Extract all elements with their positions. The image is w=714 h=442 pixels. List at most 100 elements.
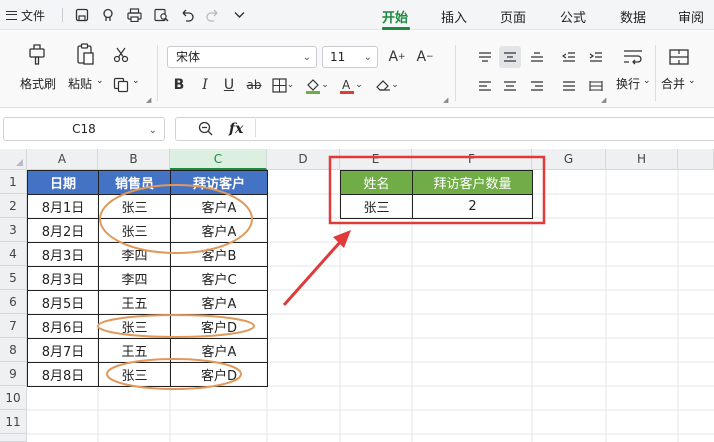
tab-insert[interactable]: 插入 — [441, 7, 467, 26]
cell[interactable]: 8月8日 — [27, 362, 99, 387]
cell[interactable]: 张三 — [98, 218, 171, 243]
row-header[interactable]: 7 — [0, 314, 27, 338]
header-visited-client[interactable]: 拜访客户 — [170, 170, 268, 195]
column-header-g[interactable]: G — [532, 149, 606, 170]
cell[interactable]: 2 — [412, 194, 533, 219]
cell[interactable]: 8月6日 — [27, 314, 99, 339]
print-icon[interactable] — [124, 5, 144, 25]
font-color-icon[interactable]: A ⌄ — [337, 75, 365, 95]
increase-font-size-icon[interactable]: A + — [386, 46, 408, 68]
column-header-blank[interactable] — [678, 149, 714, 170]
cell[interactable]: 王五 — [98, 290, 171, 315]
cell[interactable]: 客户D — [170, 314, 268, 339]
cloud-sync-icon[interactable] — [98, 5, 118, 25]
tab-formula[interactable]: 公式 — [560, 7, 586, 26]
font-name-select[interactable]: 宋体 ⌄ — [167, 46, 317, 68]
cell[interactable]: 客户A — [170, 194, 268, 219]
header-name[interactable]: 姓名 — [340, 170, 413, 195]
tab-data[interactable]: 数据 — [620, 7, 646, 26]
paste-label[interactable]: 粘贴 — [68, 75, 92, 92]
align-bottom-icon[interactable] — [526, 46, 548, 68]
row-header[interactable]: 2 — [0, 194, 27, 218]
cell[interactable]: 8月7日 — [27, 338, 99, 363]
header-date[interactable]: 日期 — [27, 170, 99, 195]
print-preview-icon[interactable] — [151, 5, 171, 25]
tab-page[interactable]: 页面 — [500, 7, 526, 26]
align-middle-icon[interactable] — [499, 46, 521, 68]
cell[interactable]: 李四 — [98, 242, 171, 267]
copy-icon[interactable] — [111, 75, 131, 95]
column-header-f[interactable]: F — [412, 149, 532, 170]
file-menu[interactable]: 文件 — [6, 6, 45, 24]
column-header-h[interactable]: H — [606, 149, 678, 170]
align-left-icon[interactable] — [474, 75, 496, 97]
format-painter-label[interactable]: 格式刷 — [20, 75, 56, 92]
decrease-font-size-icon[interactable]: A − — [414, 46, 436, 68]
row-header[interactable]: 1 — [0, 170, 27, 194]
clipboard-expand-icon[interactable]: ◢ — [146, 96, 151, 104]
underline-icon[interactable]: U — [220, 75, 238, 95]
header-salesperson[interactable]: 销售员 — [98, 170, 171, 195]
cell[interactable]: 8月1日 — [27, 194, 99, 219]
paste-chevron-icon[interactable]: ⌄ — [96, 76, 104, 86]
cell[interactable]: 张三 — [340, 194, 413, 219]
cell[interactable]: 张三 — [98, 362, 171, 387]
copy-chevron-icon[interactable]: ⌄ — [132, 76, 140, 86]
fill-color-icon[interactable]: ⌄ — [303, 75, 331, 95]
tab-review[interactable]: 审阅 — [678, 7, 704, 26]
distributed-align-icon[interactable] — [585, 75, 607, 97]
select-all-button[interactable] — [0, 149, 27, 170]
wrap-text-label[interactable]: 换行 — [616, 75, 640, 92]
cell[interactable]: 8月2日 — [27, 218, 99, 243]
font-expand-icon[interactable]: ◢ — [443, 96, 448, 104]
spreadsheet-grid[interactable]: A B C D E F G H 1 2 3 4 5 6 7 8 9 10 11 … — [0, 149, 714, 442]
column-header-b[interactable]: B — [98, 149, 170, 170]
column-header-c[interactable]: C — [170, 149, 267, 170]
fx-icon[interactable]: fx — [229, 121, 243, 137]
row-header[interactable]: 9 — [0, 362, 27, 386]
cell[interactable]: 王五 — [98, 338, 171, 363]
clear-format-icon[interactable]: ⌄ — [373, 75, 401, 95]
increase-indent-icon[interactable] — [585, 46, 607, 68]
font-size-select[interactable]: 11 ⌄ — [322, 46, 378, 68]
row-header[interactable]: 8 — [0, 338, 27, 362]
merge-chevron-icon[interactable]: ⌄ — [688, 76, 696, 86]
row-header[interactable]: 11 — [0, 410, 27, 434]
cut-icon[interactable] — [111, 45, 131, 65]
row-header[interactable]: 4 — [0, 242, 27, 266]
name-box[interactable]: C18 ⌄ — [3, 117, 165, 141]
column-header-a[interactable]: A — [27, 149, 98, 170]
cell[interactable]: 张三 — [98, 194, 171, 219]
cell[interactable]: 李四 — [98, 266, 171, 291]
header-client-count[interactable]: 拜访客户数量 — [412, 170, 533, 195]
undo-icon[interactable] — [177, 5, 197, 25]
format-painter-icon[interactable] — [24, 41, 50, 67]
paste-icon[interactable] — [72, 41, 98, 67]
redo-icon[interactable] — [203, 5, 223, 25]
cell[interactable]: 客户C — [170, 266, 268, 291]
merge-cells-icon[interactable] — [666, 45, 692, 69]
italic-icon[interactable]: I — [196, 75, 214, 95]
align-top-icon[interactable] — [474, 46, 496, 68]
alignment-expand-icon[interactable]: ◢ — [601, 96, 606, 104]
cell[interactable]: 客户A — [170, 218, 268, 243]
cell[interactable]: 客户A — [170, 290, 268, 315]
borders-icon[interactable]: ⌄ — [270, 75, 296, 95]
row-header[interactable]: 6 — [0, 290, 27, 314]
cell[interactable]: 张三 — [98, 314, 171, 339]
cell[interactable]: 客户A — [170, 338, 268, 363]
strikethrough-icon[interactable]: ab — [245, 75, 263, 95]
row-header[interactable]: 5 — [0, 266, 27, 290]
column-header-e[interactable]: E — [340, 149, 412, 170]
save-icon[interactable] — [72, 5, 92, 25]
align-right-icon[interactable] — [526, 75, 548, 97]
wrap-chevron-icon[interactable]: ⌄ — [643, 76, 651, 86]
justify-icon[interactable] — [558, 75, 580, 97]
zoom-icon[interactable] — [196, 118, 214, 138]
bold-icon[interactable]: B — [170, 75, 188, 95]
cell[interactable]: 8月3日 — [27, 266, 99, 291]
wrap-text-icon[interactable] — [620, 45, 646, 69]
cell[interactable]: 8月3日 — [27, 242, 99, 267]
cell[interactable]: 8月5日 — [27, 290, 99, 315]
decrease-indent-icon[interactable] — [558, 46, 580, 68]
